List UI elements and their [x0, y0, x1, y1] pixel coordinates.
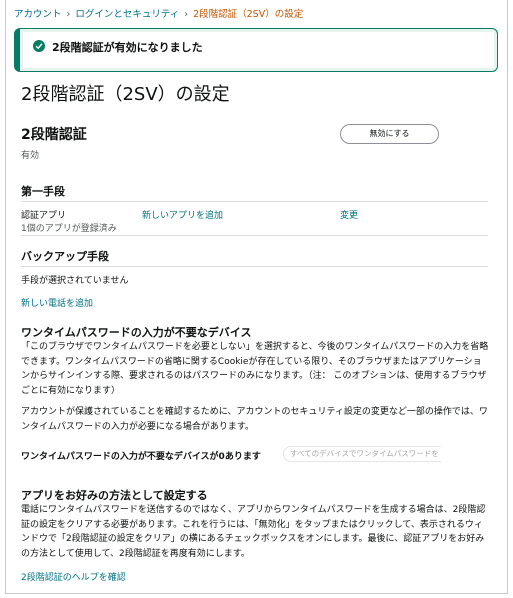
preferred-method-description: 電話にワンタイムパスワードを送信するのではなく、アプリからワンタイムパスワードを… [21, 505, 486, 559]
disable-button[interactable]: 無効にする [340, 124, 439, 144]
page-title: 2段階認証（2SV）の設定 [21, 84, 230, 105]
check-circle-icon [33, 40, 45, 52]
two-step-help-link[interactable]: 2段階認証のヘルプを確認 [21, 570, 126, 583]
trusted-devices-note: アカウントが保護されていることを確認するために、アカウントのセキュリティ設定の変… [21, 407, 488, 432]
breadcrumb-current: 2段階認証（2SV）の設定 [193, 9, 304, 20]
trusted-devices-description: 「このブラウザでワンタイムパスワードを必要としない」を選択すると、今後のワンタイ… [21, 342, 489, 396]
breadcrumb: アカウント › ログインとセキュリティ › 2段階認証（2SV）の設定 [14, 6, 303, 20]
first-method-heading: 第一手段 [21, 185, 65, 198]
add-new-phone-link[interactable]: 新しい電話を追加 [21, 296, 93, 309]
two-step-heading: 2段階認証 [21, 127, 87, 143]
divider [21, 235, 488, 236]
breadcrumb-account-link[interactable]: アカウント [14, 9, 62, 20]
success-alert: 2段階認証が有効になりました [14, 28, 498, 72]
change-link[interactable]: 変更 [340, 208, 358, 221]
two-step-status: 有効 [21, 151, 40, 161]
trusted-devices-heading: ワンタイムパスワードの入力が不要なデバイス [21, 326, 252, 339]
divider [21, 201, 488, 202]
breadcrumb-login-security-link[interactable]: ログインとセキュリティ [75, 9, 179, 20]
add-new-app-link[interactable]: 新しいアプリを追加 [142, 208, 223, 221]
alert-message: 2段階認証が有効になりました [52, 41, 203, 54]
auth-app-count: 1個のアプリが登録済み [21, 224, 117, 234]
divider [21, 266, 488, 267]
breadcrumb-separator-icon: › [66, 9, 71, 20]
trusted-devices-count: ワンタイムパスワードの入力が不要なデバイスが0あります [21, 452, 261, 462]
backup-method-heading: バックアップ手段 [21, 250, 109, 263]
breadcrumb-separator-icon: › [184, 9, 189, 20]
auth-app-label: 認証アプリ [21, 211, 67, 221]
backup-none-text: 手段が選択されていません [21, 276, 129, 286]
require-otp-all-devices-button[interactable]: すべてのデバイスでワンタイムパスワードを [283, 446, 441, 462]
preferred-method-heading: アプリをお好みの方法として設定する [21, 489, 208, 502]
